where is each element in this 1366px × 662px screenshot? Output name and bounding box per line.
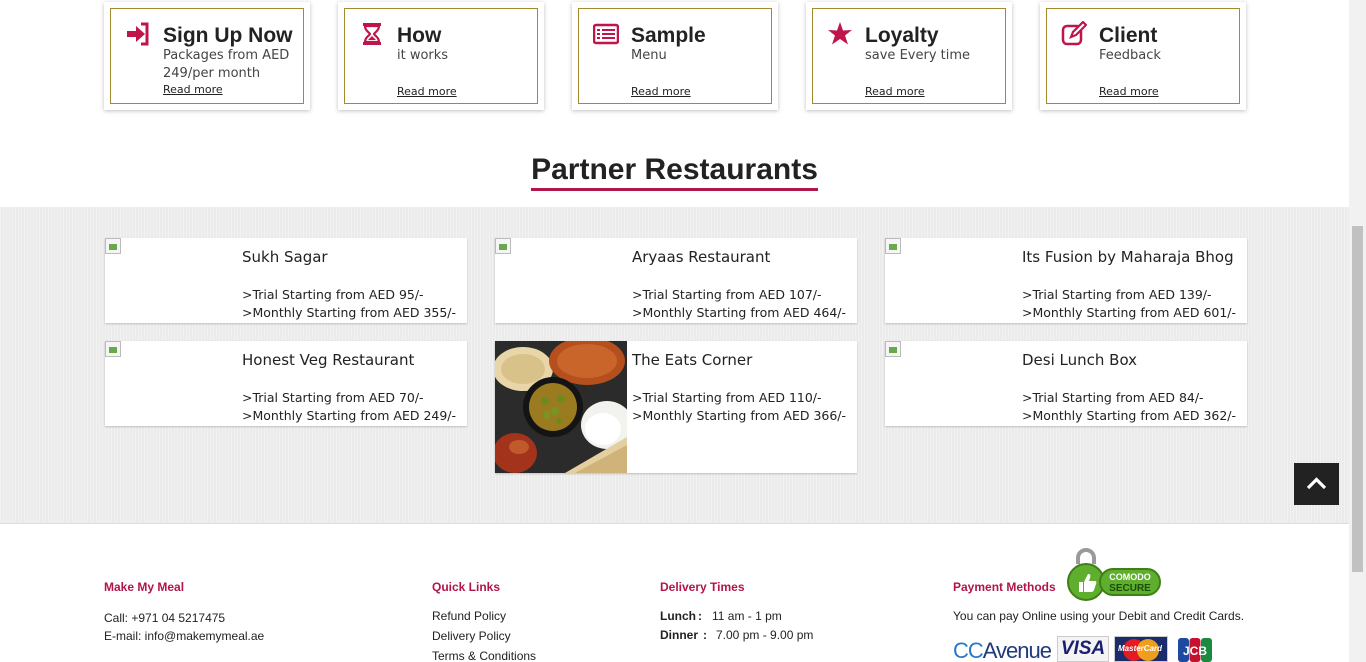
vertical-scrollbar[interactable] bbox=[1349, 0, 1366, 662]
broken-image-icon bbox=[885, 238, 901, 254]
broken-image-icon bbox=[885, 341, 901, 357]
svg-text:COMODO: COMODO bbox=[1109, 572, 1151, 582]
svg-text:SECURE: SECURE bbox=[1109, 583, 1151, 594]
feature-title: How bbox=[397, 24, 442, 47]
feature-title: Loyalty bbox=[865, 24, 939, 47]
restaurant-card[interactable]: The Eats Corner >Trial Starting from AED… bbox=[495, 341, 857, 473]
restaurant-card[interactable]: Desi Lunch Box >Trial Starting from AED … bbox=[885, 341, 1247, 426]
read-more-link[interactable]: Read more bbox=[865, 85, 925, 98]
monthly-price: >Monthly Starting from AED 366/- bbox=[632, 408, 847, 423]
monthly-price: >Monthly Starting from AED 362/- bbox=[1022, 408, 1237, 423]
chevron-up-icon bbox=[1306, 477, 1327, 490]
dinner-time: 7.00 pm - 9.00 pm bbox=[716, 628, 814, 642]
feature-loyalty[interactable]: Loyalty save Every time Read more bbox=[806, 2, 1012, 110]
read-more-link[interactable]: Read more bbox=[1099, 85, 1159, 98]
jcb-logo: JCB bbox=[1178, 638, 1212, 662]
monthly-price: >Monthly Starting from AED 464/- bbox=[632, 305, 847, 320]
section-title-text: Partner Restaurants bbox=[531, 153, 818, 191]
restaurant-food-photo bbox=[495, 341, 627, 473]
feature-title: Client bbox=[1099, 24, 1158, 47]
restaurant-name[interactable]: Honest Veg Restaurant bbox=[242, 351, 414, 369]
payment-methods-heading: Payment Methods bbox=[953, 580, 1056, 594]
broken-image-icon bbox=[105, 238, 121, 254]
mastercard-logo: MasterCard bbox=[1114, 636, 1168, 662]
feature-title: Sign Up Now bbox=[163, 24, 293, 47]
back-to-top-button[interactable] bbox=[1294, 463, 1339, 505]
menu-list-icon bbox=[593, 23, 619, 45]
feature-title: Sample bbox=[631, 24, 706, 47]
feature-subtitle: Menu bbox=[631, 48, 667, 63]
restaurant-card[interactable]: Aryaas Restaurant >Trial Starting from A… bbox=[495, 238, 857, 323]
trial-price: >Trial Starting from AED 110/- bbox=[632, 390, 822, 405]
trial-price: >Trial Starting from AED 70/- bbox=[242, 390, 424, 405]
restaurants-section: Sukh Sagar >Trial Starting from AED 95/-… bbox=[0, 207, 1349, 524]
visa-logo: VISA bbox=[1057, 636, 1109, 662]
trial-price: >Trial Starting from AED 95/- bbox=[242, 287, 424, 302]
footer-phone: Call: +971 04 5217475 bbox=[104, 611, 226, 625]
partner-restaurants-heading: Partner Restaurants bbox=[0, 153, 1349, 191]
dinner-separator: : bbox=[703, 628, 707, 642]
lunch-separator: : bbox=[698, 609, 702, 623]
restaurant-name[interactable]: Its Fusion by Maharaja Bhog bbox=[1022, 248, 1234, 266]
trial-price: >Trial Starting from AED 107/- bbox=[632, 287, 822, 302]
restaurant-name[interactable]: Aryaas Restaurant bbox=[632, 248, 770, 266]
scrollbar-thumb[interactable] bbox=[1352, 226, 1363, 572]
feature-subtitle: save Every time bbox=[865, 48, 971, 63]
page: Sign Up Now Packages from AED 249/per mo… bbox=[0, 0, 1366, 662]
feature-how[interactable]: How it works Read more bbox=[338, 2, 544, 110]
ccavenue-logo: CCAvenue bbox=[953, 638, 1052, 662]
trial-price: >Trial Starting from AED 84/- bbox=[1022, 390, 1204, 405]
feature-signup[interactable]: Sign Up Now Packages from AED 249/per mo… bbox=[104, 2, 310, 110]
footer-email[interactable]: E-mail: info@makemymeal.ae bbox=[104, 629, 264, 643]
delivery-policy-link[interactable]: Delivery Policy bbox=[432, 629, 511, 643]
restaurant-name[interactable]: Desi Lunch Box bbox=[1022, 351, 1137, 369]
monthly-price: >Monthly Starting from AED 355/- bbox=[242, 305, 457, 320]
quick-links-heading: Quick Links bbox=[432, 580, 501, 594]
monthly-price: >Monthly Starting from AED 249/- bbox=[242, 408, 457, 423]
refund-policy-link[interactable]: Refund Policy bbox=[432, 609, 506, 623]
edit-icon bbox=[1061, 21, 1087, 46]
restaurant-card[interactable]: Sukh Sagar >Trial Starting from AED 95/-… bbox=[105, 238, 467, 323]
restaurant-card[interactable]: Honest Veg Restaurant >Trial Starting fr… bbox=[105, 341, 467, 426]
monthly-price: >Monthly Starting from AED 601/- bbox=[1022, 305, 1237, 320]
read-more-link[interactable]: Read more bbox=[163, 83, 223, 96]
broken-image-icon bbox=[495, 238, 511, 254]
feature-sample-menu[interactable]: Sample Menu Read more bbox=[572, 2, 778, 110]
broken-image-icon bbox=[105, 341, 121, 357]
feature-subtitle: Feedback bbox=[1099, 48, 1161, 63]
dinner-label: Dinner bbox=[660, 628, 699, 642]
feature-subtitle: Packages from AED 249/per month bbox=[163, 48, 290, 81]
footer-company-heading: Make My Meal bbox=[104, 580, 185, 594]
feature-client-feedback[interactable]: Client Feedback Read more bbox=[1040, 2, 1246, 110]
terms-conditions-link[interactable]: Terms & Conditions bbox=[432, 649, 536, 662]
lunch-label: Lunch bbox=[660, 609, 696, 623]
restaurant-name[interactable]: The Eats Corner bbox=[632, 351, 752, 369]
sign-in-icon bbox=[127, 22, 149, 46]
restaurant-card[interactable]: Its Fusion by Maharaja Bhog >Trial Start… bbox=[885, 238, 1247, 323]
trial-price: >Trial Starting from AED 139/- bbox=[1022, 287, 1212, 302]
restaurant-name[interactable]: Sukh Sagar bbox=[242, 248, 328, 266]
star-icon bbox=[828, 22, 852, 45]
comodo-secure-badge: COMODO SECURE bbox=[1067, 548, 1161, 601]
feature-subtitle: it works bbox=[397, 48, 449, 63]
payment-description: You can pay Online using your Debit and … bbox=[953, 609, 1245, 623]
footer: Make My Meal Call: +971 04 5217475 E-mai… bbox=[0, 524, 1349, 662]
hourglass-icon bbox=[363, 23, 381, 45]
read-more-link[interactable]: Read more bbox=[397, 85, 457, 98]
read-more-link[interactable]: Read more bbox=[631, 85, 691, 98]
lunch-time: 11 am - 1 pm bbox=[712, 609, 782, 623]
delivery-times-heading: Delivery Times bbox=[660, 580, 745, 594]
svg-text:JCB: JCB bbox=[1183, 644, 1207, 658]
